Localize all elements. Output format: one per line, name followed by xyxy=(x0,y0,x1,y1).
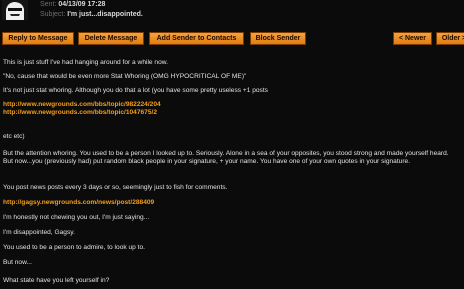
older-button[interactable]: Older > xyxy=(436,32,464,45)
paragraph: But the attention whoring. You used to b… xyxy=(3,150,449,165)
topic-link[interactable]: http://www.newgrounds.com/bbs/topic/9822… xyxy=(3,101,161,109)
paragraph: I'm disappointed, Gagsy. xyxy=(3,229,75,236)
sent-label: Sent: xyxy=(40,1,57,8)
paragraph: You post news posts every 3 days or so, … xyxy=(3,184,228,191)
block-sender-button[interactable]: Block Sender xyxy=(250,32,306,45)
paragraph: But now... xyxy=(3,259,32,266)
sender-avatar[interactable] xyxy=(2,0,28,20)
subject-label: Subject: xyxy=(40,11,66,18)
message-header: Sent: 04/13/09 17:28 Subject: I'm just..… xyxy=(0,0,464,26)
message-meta: Sent: 04/13/09 17:28 Subject: I'm just..… xyxy=(40,0,143,20)
subject-line: Subject: I'm just...disappointed. xyxy=(40,10,143,20)
delete-button[interactable]: Delete Message xyxy=(78,32,144,45)
topic-link[interactable]: http://www.newgrounds.com/bbs/topic/1047… xyxy=(3,109,157,117)
sent-value: 04/13/09 17:28 xyxy=(58,1,106,8)
paragraph: "No, cause that would be even more Stat … xyxy=(3,73,247,80)
paragraph: What state have you left yourself in? xyxy=(3,277,110,284)
paragraph: etc etc) xyxy=(3,133,25,140)
sent-line: Sent: 04/13/09 17:28 xyxy=(40,0,143,10)
reply-button[interactable]: Reply to Message xyxy=(2,32,74,45)
newer-button[interactable]: < Newer xyxy=(393,32,432,45)
paragraph: This is just stuff I've had hanging arou… xyxy=(3,59,168,66)
paragraph: You used to be a person to admire, to lo… xyxy=(3,244,145,251)
paragraph: I'm honestly not chewing you out, I'm ju… xyxy=(3,214,150,221)
paragraph: It's not just stat whoring. Although you… xyxy=(3,87,268,94)
news-link[interactable]: http://gagsy.newgrounds.com/news/post/28… xyxy=(3,199,154,207)
subject-value: I'm just...disappointed. xyxy=(67,11,143,18)
message-toolbar: Reply to Message Delete Message Add Send… xyxy=(0,32,464,46)
add-contact-button[interactable]: Add Sender to Contacts xyxy=(149,32,244,45)
